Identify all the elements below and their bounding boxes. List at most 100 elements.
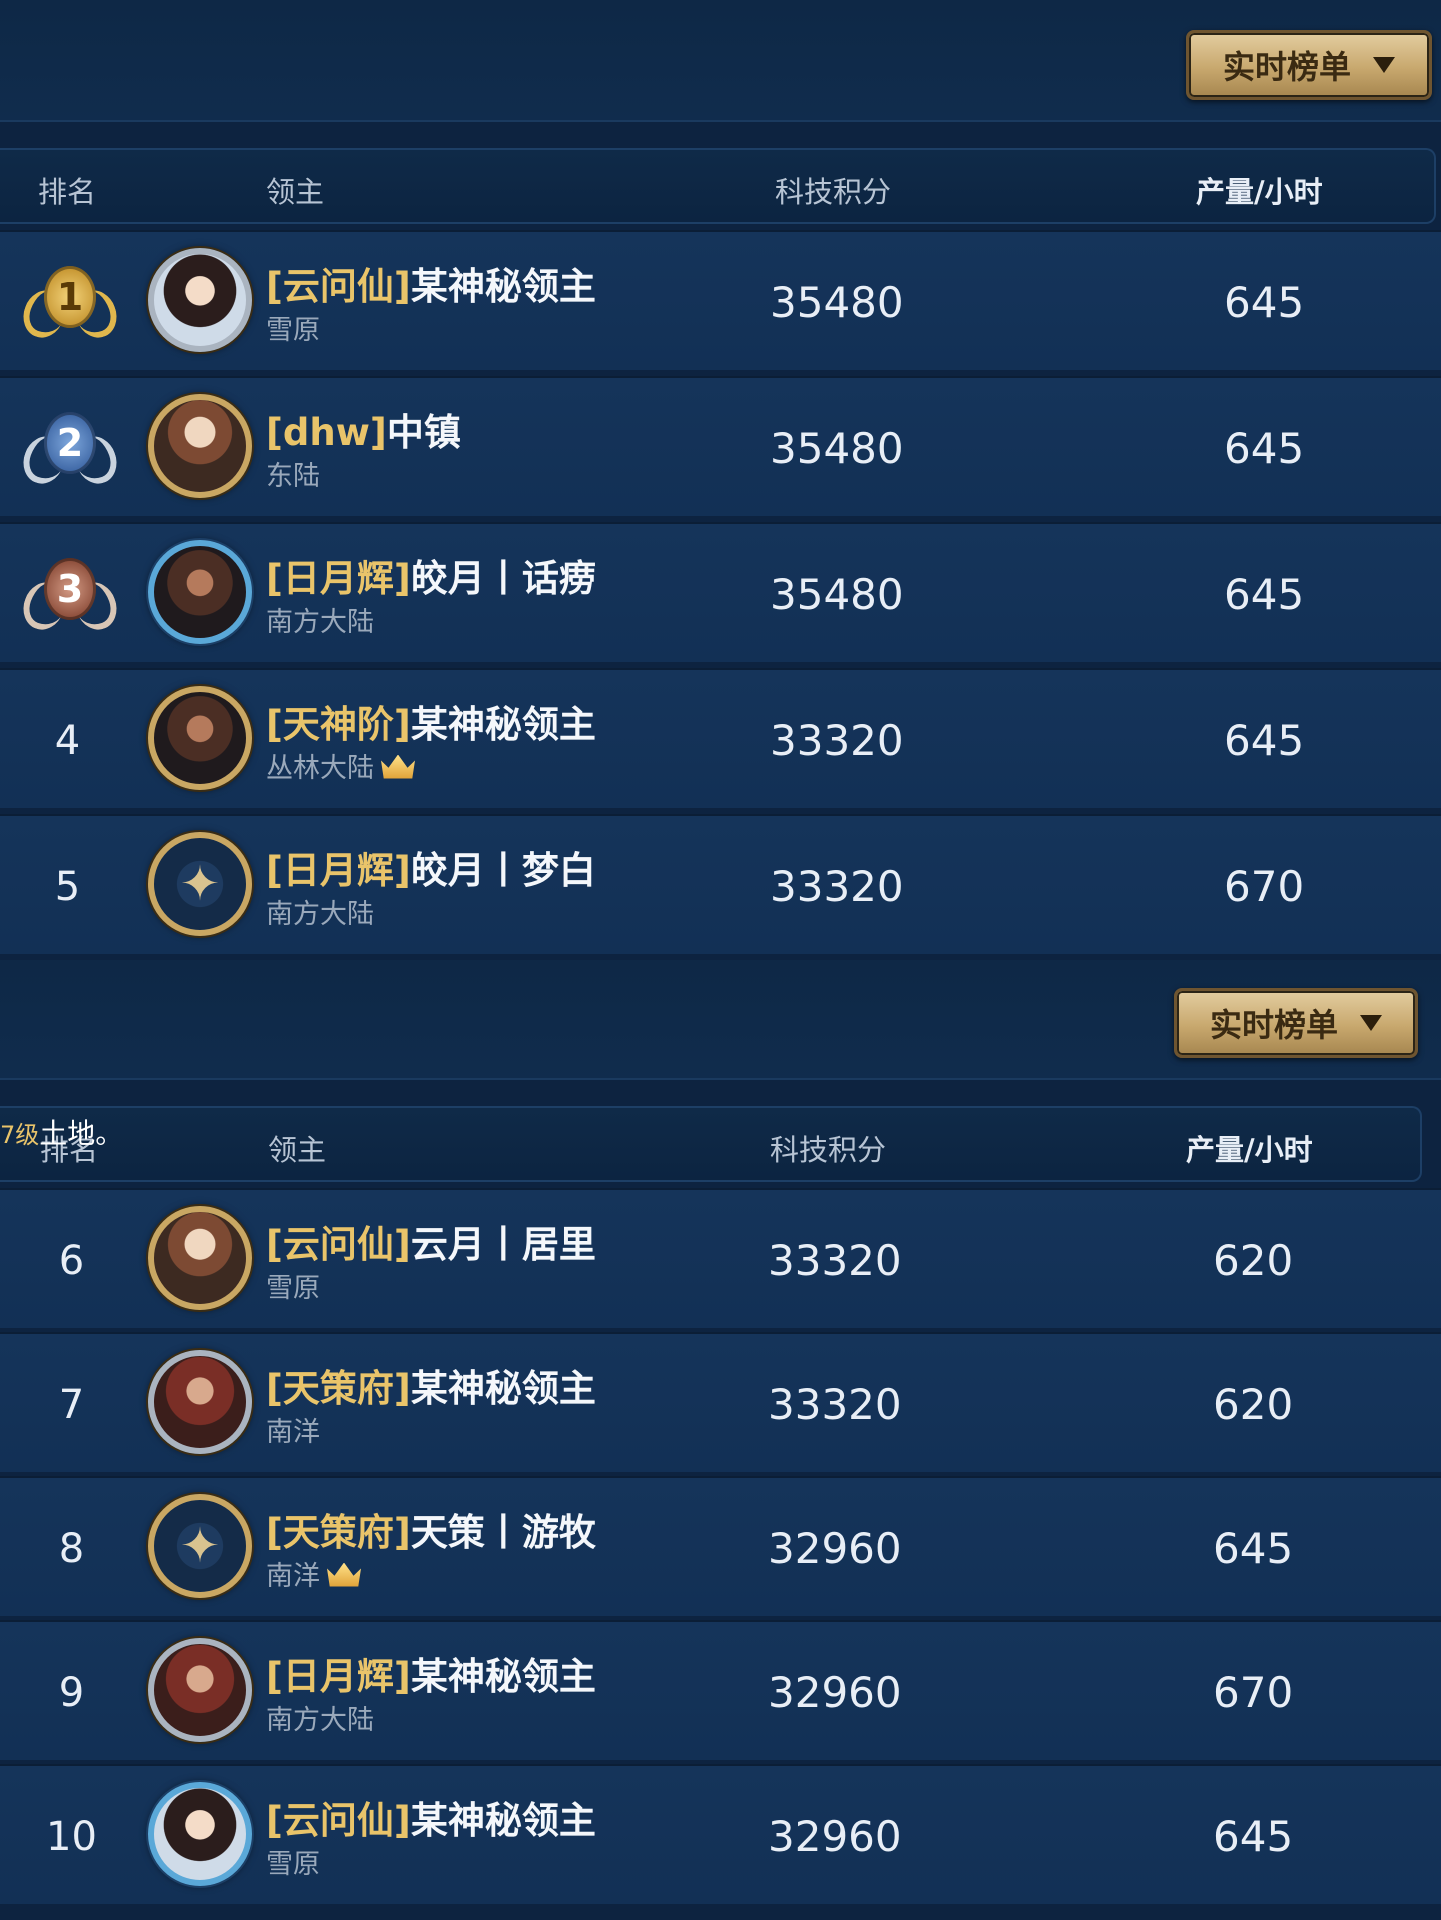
player-name: 某神秘领主 bbox=[410, 1655, 596, 1698]
avatar[interactable] bbox=[148, 248, 252, 352]
guild-tag: [dhw] bbox=[266, 411, 387, 454]
player-name: 皎月丨梦白 bbox=[410, 849, 596, 892]
panel-top-bar: 实时榜单 bbox=[0, 0, 1441, 122]
tech-score: 32960 bbox=[768, 1524, 902, 1573]
column-lord: 领主 bbox=[266, 175, 325, 209]
table-row[interactable]: 9 [日月辉]某神秘领主 南方大陆 32960 670 bbox=[0, 1620, 1441, 1760]
rank-number: 9 bbox=[58, 1670, 85, 1716]
table-row[interactable]: 6 [云问仙]云月丨居里 雪原 33320 620 bbox=[0, 1188, 1441, 1328]
player-name: 中镇 bbox=[386, 411, 461, 454]
region-label: 南方大陆 bbox=[266, 1705, 374, 1736]
overlay-level: 7级 bbox=[0, 1121, 40, 1149]
avatar[interactable] bbox=[148, 1638, 252, 1742]
avatar[interactable] bbox=[148, 686, 252, 790]
table-row[interactable]: 2 [dhw]中镇 东陆 35480 645 bbox=[0, 376, 1441, 516]
production-per-hour: 645 bbox=[1213, 1812, 1294, 1861]
region-label: 南方大陆 bbox=[266, 607, 374, 638]
region-label: 雪原 bbox=[266, 315, 320, 346]
production-per-hour: 620 bbox=[1213, 1380, 1294, 1429]
avatar[interactable] bbox=[148, 540, 252, 644]
table-row[interactable]: 10 [云问仙]某神秘领主 雪原 32960 645 bbox=[0, 1764, 1441, 1904]
column-rank: 排名 bbox=[38, 175, 97, 209]
player-name: 云月丨居里 bbox=[410, 1223, 596, 1266]
production-per-hour: 670 bbox=[1213, 1668, 1294, 1717]
region-label: 丛林大陆 bbox=[266, 746, 418, 785]
lord-name: [dhw]中镇 bbox=[266, 402, 461, 456]
tech-score: 33320 bbox=[770, 862, 904, 911]
column-production: 产量/小时 bbox=[1196, 175, 1323, 209]
leaderboard-panel-2: 实时榜单 排名 领主 科技积分 产量/小时 6 [云问仙]云月丨居里 雪原 33… bbox=[0, 960, 1441, 1920]
tech-score: 33320 bbox=[768, 1380, 902, 1429]
production-per-hour: 645 bbox=[1224, 278, 1305, 327]
guild-tag: [日月辉] bbox=[266, 557, 411, 600]
avatar[interactable] bbox=[148, 1206, 252, 1310]
region-label: 南方大陆 bbox=[266, 899, 374, 930]
leaderboard-type-dropdown[interactable]: 实时榜单 bbox=[1186, 30, 1432, 100]
player-name: 某神秘领主 bbox=[410, 1799, 596, 1842]
gold-medal-icon: 1 bbox=[16, 262, 124, 344]
lord-name: [云问仙]云月丨居里 bbox=[266, 1214, 596, 1268]
dropdown-label: 实时榜单 bbox=[1209, 1006, 1338, 1044]
column-tech-score: 科技积分 bbox=[775, 175, 892, 209]
rank-number: 10 bbox=[46, 1814, 97, 1860]
table-row[interactable]: 7 [天策府]某神秘领主 南洋 33320 620 bbox=[0, 1332, 1441, 1472]
rank-number: 4 bbox=[54, 718, 81, 764]
crown-icon bbox=[378, 751, 418, 781]
caret-down-icon bbox=[1373, 57, 1395, 73]
table-header: 排名 领主 科技积分 产量/小时 bbox=[0, 148, 1436, 224]
player-name: 天策丨游牧 bbox=[410, 1511, 596, 1554]
guild-tag: [日月辉] bbox=[266, 849, 411, 892]
player-name: 皎月丨话痨 bbox=[410, 557, 596, 600]
production-per-hour: 645 bbox=[1213, 1524, 1294, 1573]
tech-score: 35480 bbox=[770, 278, 904, 327]
region-label: 南洋 bbox=[266, 1417, 320, 1448]
guild-tag: [云问仙] bbox=[266, 1799, 411, 1842]
column-production: 产量/小时 bbox=[1186, 1133, 1313, 1167]
dropdown-label: 实时榜单 bbox=[1222, 48, 1351, 86]
tech-score: 35480 bbox=[770, 570, 904, 619]
tech-score: 33320 bbox=[770, 716, 904, 765]
guild-tag: [云问仙] bbox=[266, 265, 411, 308]
column-tech-score: 科技积分 bbox=[770, 1133, 887, 1167]
region-label: 东陆 bbox=[266, 461, 320, 492]
avatar[interactable] bbox=[148, 832, 252, 936]
guild-tag: [天策府] bbox=[266, 1367, 411, 1410]
tech-score: 32960 bbox=[768, 1812, 902, 1861]
lord-name: [云问仙]某神秘领主 bbox=[266, 256, 596, 310]
table-row[interactable]: 1 [云问仙]某神秘领主 雪原 35480 645 bbox=[0, 230, 1441, 370]
bronze-medal-icon: 3 bbox=[16, 554, 124, 636]
rank-number: 6 bbox=[58, 1238, 85, 1284]
overlay-note: 7级土地。 bbox=[0, 1112, 123, 1152]
table-row[interactable]: 8 [天策府]天策丨游牧 南洋 32960 645 bbox=[0, 1476, 1441, 1616]
leaderboard-panel-1: 实时榜单 排名 领主 科技积分 产量/小时 1 [云问仙]某神秘领主 雪原 35… bbox=[0, 0, 1441, 960]
production-per-hour: 620 bbox=[1213, 1236, 1294, 1285]
production-per-hour: 670 bbox=[1224, 862, 1305, 911]
avatar[interactable] bbox=[148, 1494, 252, 1598]
lord-name: [日月辉]皎月丨梦白 bbox=[266, 840, 596, 894]
lord-name: [日月辉]某神秘领主 bbox=[266, 1646, 596, 1700]
player-name: 某神秘领主 bbox=[410, 703, 596, 746]
tech-score: 35480 bbox=[770, 424, 904, 473]
lord-name: [日月辉]皎月丨话痨 bbox=[266, 548, 596, 602]
overlay-text: 土地。 bbox=[39, 1117, 124, 1150]
avatar[interactable] bbox=[148, 394, 252, 498]
region-label: 雪原 bbox=[266, 1849, 320, 1880]
lord-name: [天神阶]某神秘领主 bbox=[266, 694, 596, 748]
avatar[interactable] bbox=[148, 1350, 252, 1454]
lord-name: [云问仙]某神秘领主 bbox=[266, 1790, 596, 1844]
tech-score: 32960 bbox=[768, 1668, 902, 1717]
table-row[interactable]: 3 [日月辉]皎月丨话痨 南方大陆 35480 645 bbox=[0, 522, 1441, 662]
rank-number: 5 bbox=[54, 864, 81, 910]
column-lord: 领主 bbox=[268, 1133, 327, 1167]
leaderboard-type-dropdown[interactable]: 实时榜单 bbox=[1174, 988, 1418, 1058]
table-header: 排名 领主 科技积分 产量/小时 bbox=[0, 1106, 1422, 1182]
panel-top-bar: 实时榜单 bbox=[0, 960, 1441, 1080]
table-row[interactable]: 5 [日月辉]皎月丨梦白 南方大陆 33320 670 bbox=[0, 814, 1441, 954]
player-name: 某神秘领主 bbox=[410, 1367, 596, 1410]
table-row[interactable]: 4 [天神阶]某神秘领主 丛林大陆 33320 645 bbox=[0, 668, 1441, 808]
guild-tag: [日月辉] bbox=[266, 1655, 411, 1698]
guild-tag: [云问仙] bbox=[266, 1223, 411, 1266]
avatar[interactable] bbox=[148, 1782, 252, 1886]
guild-tag: [天策府] bbox=[266, 1511, 411, 1554]
lord-name: [天策府]某神秘领主 bbox=[266, 1358, 596, 1412]
